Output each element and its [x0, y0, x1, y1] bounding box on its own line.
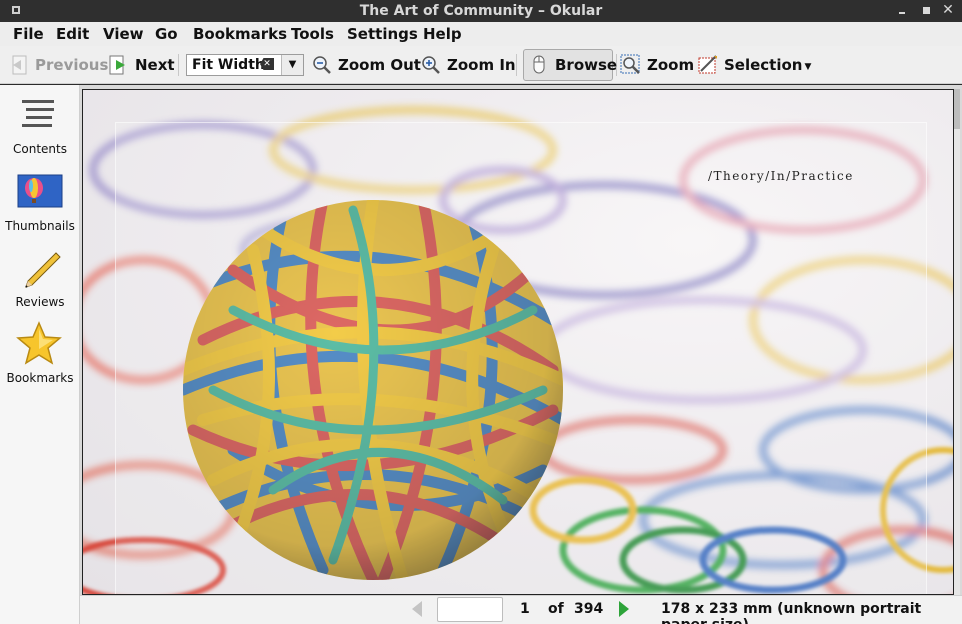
menu-file[interactable]: File — [13, 25, 44, 43]
toolbar-separator — [516, 54, 517, 76]
menu-help[interactable]: Help — [423, 25, 462, 43]
previous-label: Previous — [35, 56, 109, 74]
previous-page-button[interactable] — [410, 600, 424, 622]
toolbar: Previous Next Zoom Out Zoom In — [0, 46, 962, 84]
previous-page-icon — [8, 54, 30, 76]
vertical-scrollbar[interactable] — [954, 89, 960, 595]
browse-label: Browse — [555, 56, 618, 74]
total-pages: 394 — [574, 601, 604, 617]
page-number-input[interactable] — [437, 597, 503, 622]
next-page-button[interactable] — [617, 600, 631, 622]
sidebar-item-label: Reviews — [15, 295, 65, 309]
arrow-right-icon — [619, 601, 629, 617]
zoom-tool-button[interactable]: Zoom — [620, 52, 694, 78]
sidebar-item-thumbnails[interactable]: Thumbnails — [0, 171, 80, 241]
sidebar: Contents Thumbnails Reviews Bookmarks — [0, 85, 80, 624]
next-page-icon — [108, 54, 130, 76]
menu-view[interactable]: View — [103, 25, 144, 43]
window-title: The Art of Community – Okular — [359, 3, 603, 19]
menu-bookmarks[interactable]: Bookmarks — [193, 25, 287, 43]
menu-settings[interactable]: Settings — [347, 25, 418, 43]
menu-edit[interactable]: Edit — [56, 25, 89, 43]
title-bar: The Art of Community – Okular ✕ — [0, 0, 962, 22]
current-page: 1 — [520, 601, 530, 617]
reviews-icon — [20, 249, 64, 293]
menu-tools[interactable]: Tools — [291, 25, 334, 43]
zoom-in-label: Zoom In — [447, 56, 516, 74]
zoom-tool-icon — [620, 54, 642, 76]
arrow-left-icon — [412, 601, 422, 617]
sidebar-item-label: Contents — [13, 142, 67, 156]
sidebar-item-contents[interactable]: Contents — [0, 93, 80, 163]
zoom-out-button[interactable]: Zoom Out — [311, 52, 421, 78]
scrollbar-thumb[interactable] — [954, 89, 960, 129]
sidebar-item-bookmarks[interactable]: Bookmarks — [0, 321, 80, 391]
next-button[interactable]: Next — [108, 52, 175, 78]
sidebar-item-label: Thumbnails — [5, 219, 75, 233]
zoom-mode-select[interactable]: Fit Width ✕ ▼ — [186, 54, 304, 76]
minimize-button[interactable] — [894, 2, 910, 18]
paper-size: 178 x 233 mm (unknown portrait paper siz… — [661, 601, 922, 624]
zoom-in-icon — [420, 54, 442, 76]
document-view[interactable]: /Theory/In/Practice — [80, 85, 962, 595]
next-label: Next — [135, 56, 175, 74]
cover-frame — [115, 122, 927, 594]
toolbar-separator — [178, 54, 179, 76]
close-button[interactable]: ✕ — [940, 2, 956, 18]
thumbnails-icon — [17, 174, 63, 208]
chevron-down-icon[interactable]: ▼ — [804, 62, 811, 72]
mouse-icon — [528, 54, 550, 76]
browse-tool[interactable]: Browse — [528, 52, 617, 78]
contents-icon — [20, 97, 56, 133]
chevron-down-icon[interactable]: ▼ — [281, 55, 303, 75]
bookmarks-icon — [16, 321, 62, 367]
document-page: /Theory/In/Practice — [82, 89, 954, 595]
selection-label: Selection — [724, 56, 803, 74]
zoom-tool-label: Zoom — [647, 56, 695, 74]
cover-tagline: /Theory/In/Practice — [708, 169, 854, 183]
of-label: of — [548, 601, 564, 617]
zoom-mode-value: Fit Width — [192, 57, 265, 73]
zoom-in-button[interactable]: Zoom In — [420, 52, 516, 78]
selection-tool-button[interactable]: Selection ▼ — [697, 52, 811, 78]
zoom-out-icon — [311, 54, 333, 76]
maximize-button[interactable] — [918, 2, 934, 18]
menu-bar: File Edit View Go Bookmarks Tools Settin… — [0, 22, 962, 46]
page-navigation-bar: 1 of 394 178 x 233 mm (unknown portrait … — [80, 595, 962, 624]
selection-icon — [697, 54, 719, 76]
zoom-out-label: Zoom Out — [338, 56, 421, 74]
previous-button[interactable]: Previous — [8, 52, 108, 78]
sidebar-item-reviews[interactable]: Reviews — [0, 247, 80, 317]
menu-go[interactable]: Go — [155, 25, 178, 43]
sidebar-item-label: Bookmarks — [6, 371, 74, 385]
